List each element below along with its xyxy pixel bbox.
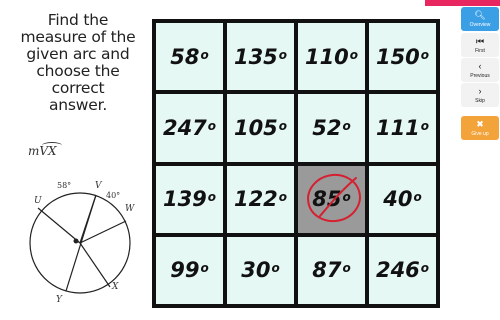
instruction-line: measure of the xyxy=(20,28,136,46)
answer-cell[interactable]: 111 o xyxy=(369,94,436,162)
answer-value: 246 xyxy=(375,258,420,283)
label-y: Y xyxy=(56,295,63,305)
answer-cell[interactable]: 150 o xyxy=(369,23,436,91)
label-w: W xyxy=(125,204,135,214)
instruction-line: Find the xyxy=(47,11,109,29)
overview-button[interactable]: 🔍︎ Overview xyxy=(461,7,499,31)
chevron-right-icon: › xyxy=(478,85,482,96)
answer-value: 105 xyxy=(233,115,278,140)
diameter-vy xyxy=(65,194,97,292)
angle-label-40: 40° xyxy=(106,191,120,200)
instructions-text: Find the measure of the given arc and ch… xyxy=(8,12,148,114)
give-up-button[interactable]: ✖ Give up xyxy=(461,116,499,140)
degree-symbol: o xyxy=(349,47,359,62)
answer-value: 40 xyxy=(383,187,413,212)
label-v: V xyxy=(95,181,103,191)
degree-symbol: o xyxy=(420,47,430,62)
answer-cell[interactable]: 105 o xyxy=(227,94,294,162)
degree-symbol: o xyxy=(420,118,430,133)
answer-cell[interactable]: 58 o xyxy=(156,23,223,91)
radius-x xyxy=(79,242,111,288)
degree-symbol: o xyxy=(200,261,209,276)
instruction-line: answer. xyxy=(48,96,108,114)
degree-symbol: o xyxy=(207,190,217,205)
degree-symbol: o xyxy=(271,261,280,276)
answer-value: 139 xyxy=(162,187,207,212)
arc-measure-label: mVX xyxy=(28,142,62,158)
answer-value: 85 xyxy=(312,187,342,212)
answer-grid: 58 o 135 o 110 o 150 o 247 o 105 o 52 o 111 o 13… xyxy=(152,19,440,308)
degree-symbol: o xyxy=(342,118,351,133)
degree-symbol: o xyxy=(207,118,217,133)
answer-cell-selected[interactable]: 85 o xyxy=(298,165,365,233)
label-x: X xyxy=(111,282,119,292)
overview-label: Overview xyxy=(469,21,491,28)
answer-cell[interactable]: 247 o xyxy=(156,94,223,162)
answer-value: 99 xyxy=(170,258,200,283)
answer-cell[interactable]: 30 o xyxy=(227,236,294,304)
circle-diagram: U 58° V 40° W X Y xyxy=(29,181,135,305)
degree-symbol: o xyxy=(278,47,288,62)
first-button[interactable]: ⏮︎ First xyxy=(461,33,499,57)
close-icon: ✖ xyxy=(476,118,484,129)
answer-cell[interactable]: 52 o xyxy=(298,94,365,162)
previous-label: Previous xyxy=(470,72,490,79)
degree-symbol: o xyxy=(278,118,288,133)
skip-label: Skip xyxy=(475,97,485,104)
degree-symbol: o xyxy=(342,261,351,276)
arc-symbol xyxy=(42,142,62,149)
answer-cell[interactable]: 99 o xyxy=(156,236,223,304)
answer-cell[interactable]: 110 o xyxy=(298,23,365,91)
answer-value: 87 xyxy=(312,258,342,283)
answer-value: 135 xyxy=(233,44,278,69)
degree-symbol: o xyxy=(278,190,288,205)
answer-value: 52 xyxy=(312,115,342,140)
instruction-line: given arc and xyxy=(26,45,130,63)
answer-value: 150 xyxy=(375,44,420,69)
degree-symbol: o xyxy=(420,261,430,276)
center-point xyxy=(73,238,79,244)
degree-symbol: o xyxy=(413,190,422,205)
answer-value: 110 xyxy=(304,44,349,69)
answer-value: 247 xyxy=(162,115,207,140)
previous-button[interactable]: ‹ Previous xyxy=(461,58,499,82)
angle-label-58: 58° xyxy=(57,181,71,190)
answer-value: 58 xyxy=(170,44,200,69)
skip-button[interactable]: › Skip xyxy=(461,83,499,107)
chevron-left-icon: ‹ xyxy=(478,60,482,71)
answer-cell[interactable]: 40 o xyxy=(369,165,436,233)
answer-cell[interactable]: 122 o xyxy=(227,165,294,233)
answer-cell[interactable]: 135 o xyxy=(227,23,294,91)
label-u: U xyxy=(34,196,42,206)
radius-u xyxy=(37,207,81,244)
degree-symbol: o xyxy=(200,47,209,62)
answer-value: 122 xyxy=(233,187,278,212)
instruction-line: choose the xyxy=(36,62,120,80)
give-up-label: Give up xyxy=(471,130,489,137)
answer-value: 30 xyxy=(241,258,271,283)
answer-value: 111 xyxy=(375,115,420,140)
search-icon: 🔍︎ xyxy=(474,9,486,20)
answer-cell[interactable]: 246 o xyxy=(369,236,436,304)
degree-symbol: o xyxy=(342,190,351,205)
first-label: First xyxy=(475,47,485,54)
answer-cell[interactable]: 139 o xyxy=(156,165,223,233)
answer-cell[interactable]: 87 o xyxy=(298,236,365,304)
instruction-line: correct xyxy=(51,79,105,97)
side-toolbar: 🔍︎ Overview ⏮︎ First ‹ Previous › Skip ✖… xyxy=(460,0,500,320)
skip-first-icon: ⏮︎ xyxy=(475,35,485,46)
